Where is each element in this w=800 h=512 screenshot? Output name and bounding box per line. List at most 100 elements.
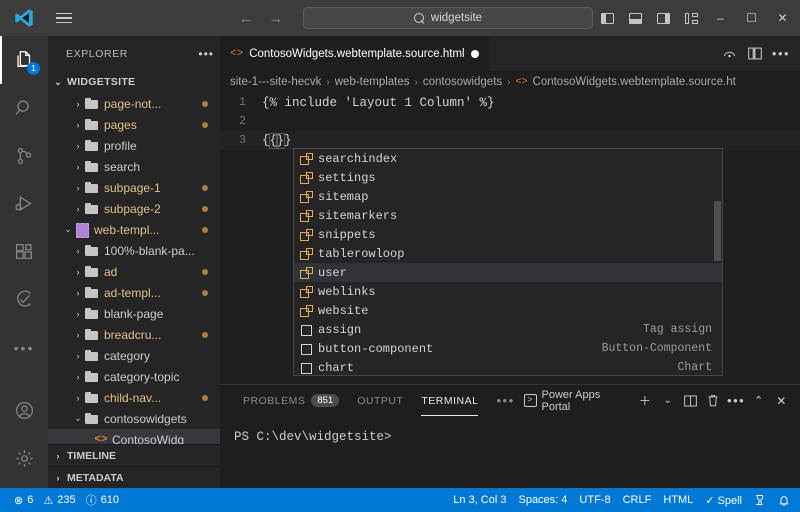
sidebar-item-source-control[interactable] xyxy=(0,132,48,180)
explorer-more-actions[interactable]: ••• xyxy=(198,47,214,61)
status-info[interactable]: ⓘ 610 xyxy=(86,488,125,512)
close-panel-button[interactable]: ✕ xyxy=(771,388,792,414)
autocomplete-suggestions[interactable]: searchindex settings sitemap sitemarkers sni… xyxy=(293,148,723,376)
tree-item[interactable]: › blank-page xyxy=(48,303,220,324)
more-editor-actions-button[interactable]: ••• xyxy=(770,36,792,71)
breadcrumb-item[interactable]: ContosoWidgets.webtemplate.source.ht xyxy=(533,76,736,88)
status-remote-indicator[interactable] xyxy=(748,488,772,512)
tab-output[interactable]: OUTPUT xyxy=(348,385,412,416)
sidebar-item-more-views[interactable]: ••• xyxy=(0,324,48,372)
status-info-count: 610 xyxy=(100,494,119,506)
status-errors-count: 6 xyxy=(27,494,34,506)
breadcrumb-item[interactable]: web-templates xyxy=(335,76,410,88)
go-back-button[interactable]: ← xyxy=(231,3,261,33)
split-terminal-button[interactable] xyxy=(680,388,701,414)
ellipsis-icon: ••• xyxy=(496,393,515,408)
suggestion-item[interactable]: weblinks xyxy=(294,282,722,301)
editor-progress-button[interactable] xyxy=(718,36,740,71)
tree-item[interactable]: › category-topic xyxy=(48,366,220,387)
status-warnings[interactable]: ⚠ 235 xyxy=(43,488,81,512)
status-spell-checker[interactable]: ✓ Spell xyxy=(699,488,748,512)
tree-item[interactable]: › subpage-2 xyxy=(48,198,220,219)
suggestion-item[interactable]: button-component Button-Component xyxy=(294,339,722,358)
breadcrumb-item[interactable]: site-1---site-hecvk xyxy=(230,76,321,88)
minimize-button[interactable]: – xyxy=(705,0,736,36)
new-terminal-button[interactable]: ＋ xyxy=(635,388,656,414)
workspace-folder-header[interactable]: ⌄ WIDGETSITE xyxy=(48,71,220,93)
accounts-button[interactable] xyxy=(0,386,48,434)
status-eol[interactable]: CRLF xyxy=(617,488,658,512)
suggestion-item[interactable]: chart Chart xyxy=(294,358,722,375)
tab-problems[interactable]: PROBLEMS 851 xyxy=(234,385,348,416)
toggle-primary-sidebar-button[interactable] xyxy=(593,0,621,36)
suggestion-item[interactable]: assign Tag assign xyxy=(294,320,722,339)
code-editor[interactable]: 1 {% include 'Layout 1 Column' %} 2 3 {{… xyxy=(220,93,800,383)
toggle-panel-button[interactable] xyxy=(621,0,649,36)
tree-item[interactable]: › pages xyxy=(48,114,220,135)
kill-terminal-button[interactable] xyxy=(703,388,724,414)
manage-settings-button[interactable] xyxy=(0,434,48,482)
sidebar-section-timeline[interactable]: › TIMELINE xyxy=(48,444,220,466)
application-menu-button[interactable] xyxy=(47,0,81,36)
suggestion-item[interactable]: website xyxy=(294,301,722,320)
sidebar-item-extensions[interactable] xyxy=(0,228,48,276)
sidebar-item-testing[interactable] xyxy=(0,276,48,324)
maximize-button[interactable]: ☐ xyxy=(736,0,767,36)
tree-item[interactable]: › subpage-1 xyxy=(48,177,220,198)
suggestion-item-selected[interactable]: user xyxy=(294,263,722,282)
suggestion-label: weblinks xyxy=(318,284,376,299)
tree-item[interactable]: › child-nav... xyxy=(48,387,220,408)
tree-item[interactable]: › page-not... xyxy=(48,93,220,114)
status-errors[interactable]: ⊗ 6 xyxy=(8,488,39,512)
go-forward-button[interactable]: → xyxy=(261,3,291,33)
sidebar-item-run-and-debug[interactable] xyxy=(0,180,48,228)
tree-item[interactable]: › ad xyxy=(48,261,220,282)
sidebar-section-metadata[interactable]: › METADATA xyxy=(48,466,220,488)
terminal-output[interactable]: PS C:\dev\widgetsite> xyxy=(220,416,800,444)
folder-icon xyxy=(84,181,99,194)
status-indentation[interactable]: Spaces: 4 xyxy=(512,488,573,512)
tree-item[interactable]: › breadcru... xyxy=(48,324,220,345)
tree-item[interactable]: › 100%-blank-pa... xyxy=(48,240,220,261)
tree-item[interactable]: › search xyxy=(48,156,220,177)
tree-item[interactable]: › profile xyxy=(48,135,220,156)
suggestion-item[interactable]: snippets xyxy=(294,225,722,244)
terminal-selector[interactable]: > Power Apps Portal xyxy=(523,389,633,413)
status-encoding[interactable]: UTF-8 xyxy=(573,488,616,512)
folder-icon xyxy=(84,412,99,425)
line-text-current: {{}} xyxy=(262,132,292,149)
suggestion-item[interactable]: sitemarkers xyxy=(294,206,722,225)
split-editor-right-button[interactable] xyxy=(744,36,766,71)
suggestion-item[interactable]: tablerowloop xyxy=(294,244,722,263)
status-cursor-position[interactable]: Ln 3, Col 3 xyxy=(447,488,512,512)
folder-icon xyxy=(84,328,99,341)
maximize-panel-button[interactable]: ⌃ xyxy=(748,388,769,414)
command-center-search[interactable]: widgetsite xyxy=(303,7,593,29)
toggle-secondary-sidebar-button[interactable] xyxy=(649,0,677,36)
panel-more-actions-button[interactable]: ••• xyxy=(726,388,747,414)
tab-terminal[interactable]: TERMINAL xyxy=(412,385,487,416)
panel-more-tabs[interactable]: ••• xyxy=(487,385,523,416)
tree-item[interactable]: ⌄ contosowidgets xyxy=(48,408,220,429)
unsaved-dot-icon[interactable] xyxy=(470,50,479,58)
tree-item-label: ad-templ... xyxy=(104,285,161,300)
sidebar-item-explorer[interactable]: 1 xyxy=(0,36,48,84)
editor-tab-contosowidgets[interactable]: <> ContosoWidgets.webtemplate.source.htm… xyxy=(220,36,489,71)
chevron-right-icon: › xyxy=(76,371,80,382)
tree-item[interactable]: ⌄ web-templ... xyxy=(48,219,220,240)
breadcrumb-separator: › xyxy=(507,76,511,88)
sidebar-item-search[interactable] xyxy=(0,84,48,132)
status-language-mode[interactable]: HTML xyxy=(657,488,699,512)
breadcrumb-item[interactable]: contosowidgets xyxy=(423,76,502,88)
terminal-dropdown-button[interactable]: ⌄ xyxy=(658,388,679,414)
suggestion-item[interactable]: settings xyxy=(294,168,722,187)
suggestion-item[interactable]: sitemap xyxy=(294,187,722,206)
status-notifications[interactable] xyxy=(772,488,796,512)
tree-item[interactable]: › category xyxy=(48,345,220,366)
customize-layout-button[interactable] xyxy=(677,0,705,36)
suggestion-item[interactable]: searchindex xyxy=(294,149,722,168)
tree-item[interactable]: › ad-templ... xyxy=(48,282,220,303)
suggestion-scrollbar[interactable] xyxy=(714,201,721,261)
modified-indicator-dot xyxy=(202,394,208,401)
close-button[interactable]: ✕ xyxy=(767,0,798,36)
